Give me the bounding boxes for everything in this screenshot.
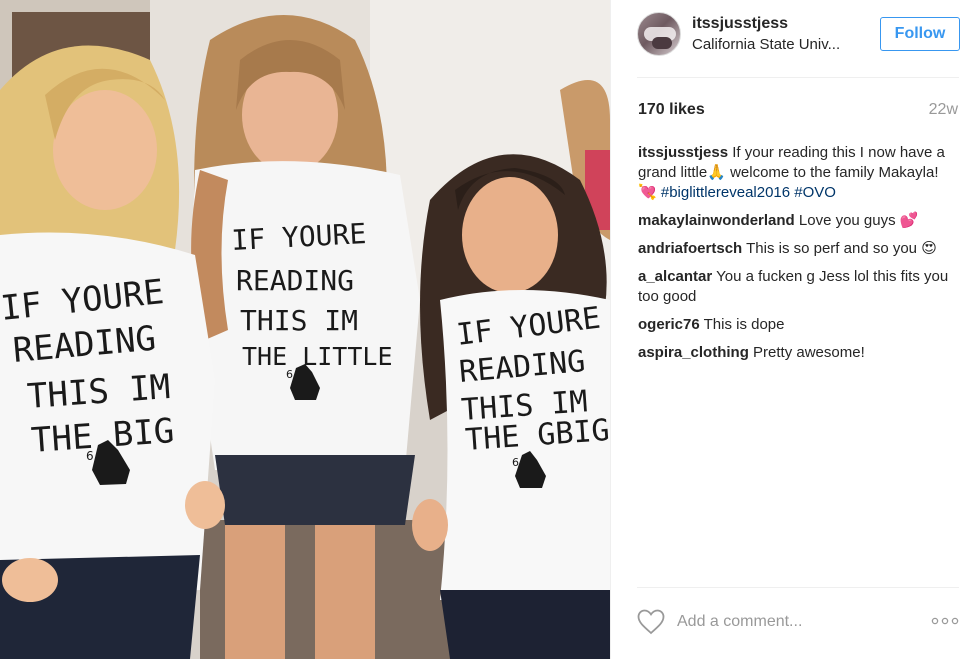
caption: itssjusstjess If your reading this I now… — [638, 143, 960, 203]
hashtag-link[interactable]: #OVO — [794, 184, 836, 201]
post-timestamp[interactable]: 22w — [929, 101, 958, 119]
avatar[interactable] — [637, 12, 681, 56]
comment-item: andriafoertsch This is so perf and so yo… — [638, 239, 960, 259]
shirt-right-numeral: 6 — [512, 456, 519, 469]
header-location[interactable]: California State Univ... — [692, 36, 840, 53]
comment-item: makaylainwonderland Love you guys 💕 — [638, 211, 960, 231]
heart-arrow-emoji: 💘 — [638, 184, 657, 201]
comment-bar-divider — [637, 587, 959, 588]
more-options-icon[interactable] — [931, 614, 959, 628]
comment-username[interactable]: ogeric76 — [638, 316, 700, 333]
shirt-middle-line-1: IF YOURE — [231, 217, 367, 257]
header-username[interactable]: itssjusstjess — [692, 15, 788, 33]
caption-text-2: welcome to the family Makayla! — [730, 164, 939, 181]
comment-username[interactable]: makaylainwonderland — [638, 212, 795, 229]
comment-text: This is so perf and so you — [746, 240, 918, 257]
comment-item: ogeric76 This is dope — [638, 315, 960, 335]
comment-username[interactable]: andriafoertsch — [638, 240, 742, 257]
likes-count[interactable]: 170 likes — [638, 101, 705, 119]
comment-text: This is dope — [703, 316, 785, 333]
shirt-left-numeral: 6 — [86, 449, 94, 463]
caption-username[interactable]: itssjusstjess — [638, 144, 728, 161]
two-hearts-emoji: 💕 — [899, 212, 919, 229]
post-side-panel: itssjusstjess California State Univ... F… — [610, 0, 980, 659]
comment-input[interactable] — [677, 610, 907, 634]
comment-username[interactable]: a_alcantar — [638, 268, 712, 285]
comment-username[interactable]: aspira_clothing — [638, 344, 749, 361]
comment-text: Pretty awesome! — [753, 344, 865, 361]
comments-list: itssjusstjess If your reading this I now… — [638, 143, 960, 371]
hashtag-link[interactable]: #biglittlereveal2016 — [661, 184, 790, 201]
post-header: itssjusstjess California State Univ... F… — [637, 12, 960, 62]
shirt-middle-line-2: READING — [236, 264, 354, 297]
photo-illustration: IF YOURE READING THIS IM THE BIG 6 IF YO… — [0, 0, 610, 659]
header-divider — [637, 77, 959, 78]
post-photo[interactable]: IF YOURE READING THIS IM THE BIG 6 IF YO… — [0, 0, 610, 659]
follow-button[interactable]: Follow — [880, 17, 960, 51]
comment-text: Love you guys — [798, 212, 896, 229]
heart-eyes-emoji: 😍 — [921, 240, 937, 257]
shirt-middle-line-4: THE LITTLE — [242, 342, 393, 371]
praying-hands-emoji: 🙏 — [707, 164, 726, 181]
shirt-middle-line-3: THIS IM — [240, 304, 358, 337]
shirt-middle-numeral: 6 — [286, 368, 293, 381]
comment-item: aspira_clothing Pretty awesome! — [638, 343, 960, 363]
comment-bar — [637, 606, 959, 642]
heart-outline-icon[interactable] — [637, 609, 665, 635]
comment-item: a_alcantar You a fucken g Jess lol this … — [638, 267, 960, 307]
